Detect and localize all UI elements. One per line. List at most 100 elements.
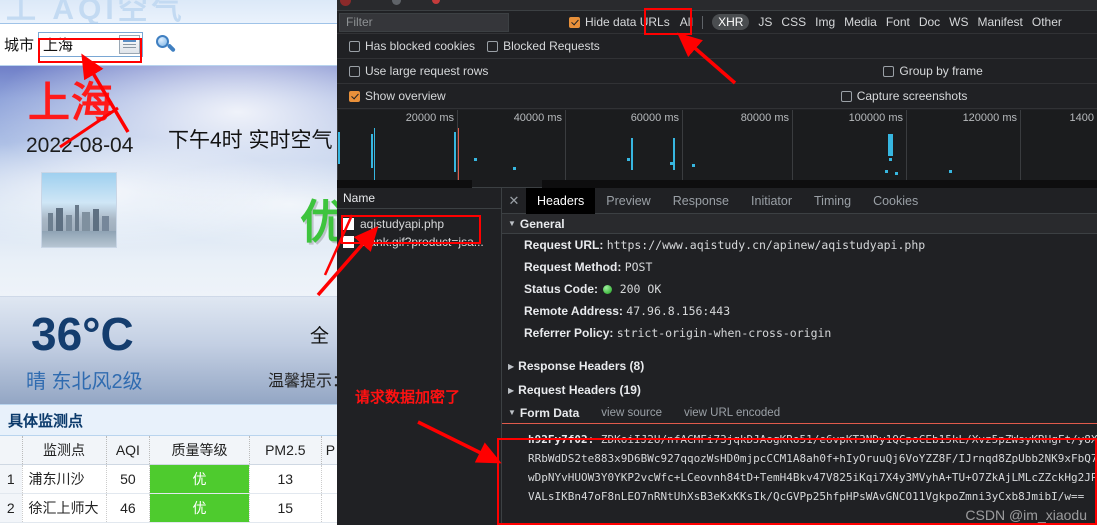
overview-selection-left[interactable] [337, 180, 472, 188]
network-filter-row: Filter Hide data URLs All XHR JS CSS Img… [337, 11, 1097, 34]
file-icon [343, 218, 354, 230]
overview-tick-label: 20000 ms [405, 112, 454, 124]
form-data-line: VALsIKBn47oF8nLEO7nRNtUhXsB3eKxKKsIk/QcG… [528, 487, 1097, 506]
stations-table-header-row: 监测点 AQI 质量等级 PM2.5 P [0, 436, 340, 465]
filter-input[interactable]: Filter [339, 12, 509, 32]
general-section-header[interactable]: ▼ General [502, 214, 1097, 234]
cell-aqi: 50 [106, 464, 151, 494]
has-blocked-cookies-label: Has blocked cookies [365, 39, 476, 53]
type-filter-doc[interactable]: Doc [919, 15, 940, 29]
devtools-toolbar-strip [337, 0, 1097, 11]
overview-dot [895, 172, 898, 175]
table-row[interactable]: 1 浦东川沙 50 优 13 [0, 464, 340, 494]
blocked-requests-option[interactable]: Blocked Requests [487, 39, 600, 53]
type-filter-other[interactable]: Other [1032, 15, 1062, 29]
general-row-status-code: Status Code: 200 OK [502, 278, 1097, 300]
tab-initiator[interactable]: Initiator [740, 188, 803, 214]
overview-bar [673, 138, 675, 170]
th-station: 监测点 [22, 436, 107, 465]
tab-headers[interactable]: Headers [526, 187, 596, 214]
type-filter-font[interactable]: Font [886, 15, 910, 29]
show-overview-checkbox[interactable] [349, 90, 360, 102]
list-picker-icon[interactable] [119, 35, 141, 54]
request-row-blankgif[interactable]: blank.gif?product=jsa... [337, 233, 501, 251]
chevron-down-icon: ▼ [508, 408, 516, 417]
aqi-webpage-panel: 工 AQI空气 城市 上海 上海 2022-08-04 下午4时 实时空气 优 … [0, 0, 340, 525]
view-url-encoded-link[interactable]: view URL encoded [684, 407, 780, 419]
network-overview-timeline[interactable]: 20000 ms 40000 ms 60000 ms 80000 ms 1000… [337, 110, 1097, 188]
request-name: blank.gif?product=jsa... [360, 235, 484, 249]
type-filter-ws[interactable]: WS [949, 15, 968, 29]
cell-pm25: 13 [249, 464, 322, 494]
group-by-frame-option[interactable]: Group by frame [883, 64, 983, 78]
tab-response[interactable]: Response [662, 188, 740, 214]
type-filter-all[interactable]: All [680, 15, 693, 29]
use-large-request-rows-option[interactable]: Use large request rows [349, 64, 488, 78]
close-icon[interactable]: ✕ [502, 193, 526, 209]
overview-dot [885, 170, 888, 173]
request-headers-section[interactable]: ▶ Request Headers (19) [502, 378, 1097, 402]
cell-station: 徐汇上师大 [22, 493, 107, 523]
response-headers-label: Response Headers (8) [518, 359, 645, 373]
temperature-value: 36°C [31, 308, 134, 360]
cell-pm25: 15 [249, 493, 322, 523]
chevron-down-icon: ▼ [508, 219, 516, 228]
import-icon[interactable] [432, 0, 440, 4]
filter-separator [702, 15, 704, 29]
type-filter-js[interactable]: JS [758, 15, 772, 29]
request-row-aqistudyapi[interactable]: aqistudyapi.php [337, 215, 501, 233]
has-blocked-cookies-checkbox[interactable] [349, 40, 360, 52]
remote-address-key: Remote Address: [524, 304, 623, 318]
hide-data-urls-option[interactable]: Hide data URLs [569, 15, 670, 29]
show-overview-option[interactable]: Show overview [349, 89, 446, 103]
watermark-text: CSDN @im_xiaodu [965, 507, 1087, 523]
form-data-value-line-2: RRbWdDS2te883x9D6BWc927qqozWsHD0mjpcCCM1… [528, 452, 1097, 465]
type-filter-xhr[interactable]: XHR [712, 14, 750, 30]
referrer-policy-key: Referrer Policy: [524, 326, 614, 340]
hide-data-urls-checkbox[interactable] [569, 16, 580, 28]
details-tabbar: ✕ Headers Preview Response Initiator Tim… [502, 187, 1097, 214]
cell-index: 2 [0, 493, 23, 523]
capture-screenshots-checkbox[interactable] [840, 90, 852, 102]
overview-bar [631, 138, 633, 170]
show-overview-label: Show overview [365, 89, 446, 103]
green-dot-icon [603, 285, 613, 294]
referrer-policy-value: strict-origin-when-cross-origin [616, 326, 832, 340]
table-row[interactable]: 2 徐汇上师大 46 优 15 [0, 493, 340, 523]
blocked-requests-checkbox[interactable] [487, 40, 499, 52]
form-data-value-line-4: VALsIKBn47oF8nLEO7nRNtUhXsB3eKxKKsIk/QcG… [528, 490, 1085, 503]
view-source-link[interactable]: view source [601, 407, 662, 419]
type-filter-img[interactable]: Img [815, 15, 835, 29]
overview-event-line [374, 128, 375, 186]
webpage-titlebar: 工 AQI空气 [0, 0, 340, 24]
hero-date: 2022-08-04 [26, 134, 134, 157]
type-filter-media[interactable]: Media [844, 15, 877, 29]
group-by-frame-checkbox[interactable] [883, 65, 895, 77]
city-input[interactable]: 上海 [38, 32, 144, 57]
request-list-header: Name [337, 188, 501, 209]
devtools-panel: Filter Hide data URLs All XHR JS CSS Img… [337, 0, 1097, 525]
clear-icon[interactable] [392, 0, 401, 5]
group-by-frame-label: Group by frame [899, 64, 983, 78]
request-headers-label: Request Headers (19) [518, 383, 641, 397]
th-index [0, 436, 23, 465]
tab-preview[interactable]: Preview [595, 188, 661, 214]
tab-timing[interactable]: Timing [803, 188, 862, 214]
record-icon[interactable] [340, 0, 351, 6]
general-row-request-method: Request Method: POST [502, 256, 1097, 278]
type-filter-manifest[interactable]: Manifest [978, 15, 1023, 29]
weather-hero: 上海 2022-08-04 下午4时 实时空气 优 [0, 66, 340, 296]
capture-screenshots-option[interactable]: Capture screenshots [840, 89, 967, 103]
type-filter-css[interactable]: CSS [781, 15, 806, 29]
tab-cookies[interactable]: Cookies [862, 188, 929, 214]
request-method-value: POST [624, 260, 653, 274]
use-large-request-rows-checkbox[interactable] [349, 65, 360, 77]
tip-label: 温馨提示： [268, 371, 340, 390]
overview-dot [474, 158, 477, 161]
th-aqi: AQI [106, 436, 151, 465]
has-blocked-cookies-option[interactable]: Has blocked cookies [349, 39, 475, 53]
form-data-section-header[interactable]: ▼ Form Data view source view URL encoded [502, 402, 1097, 424]
form-data-key: h92Fy7f02: [528, 433, 595, 446]
magnifier-icon[interactable] [155, 34, 177, 56]
response-headers-section[interactable]: ▶ Response Headers (8) [502, 354, 1097, 378]
